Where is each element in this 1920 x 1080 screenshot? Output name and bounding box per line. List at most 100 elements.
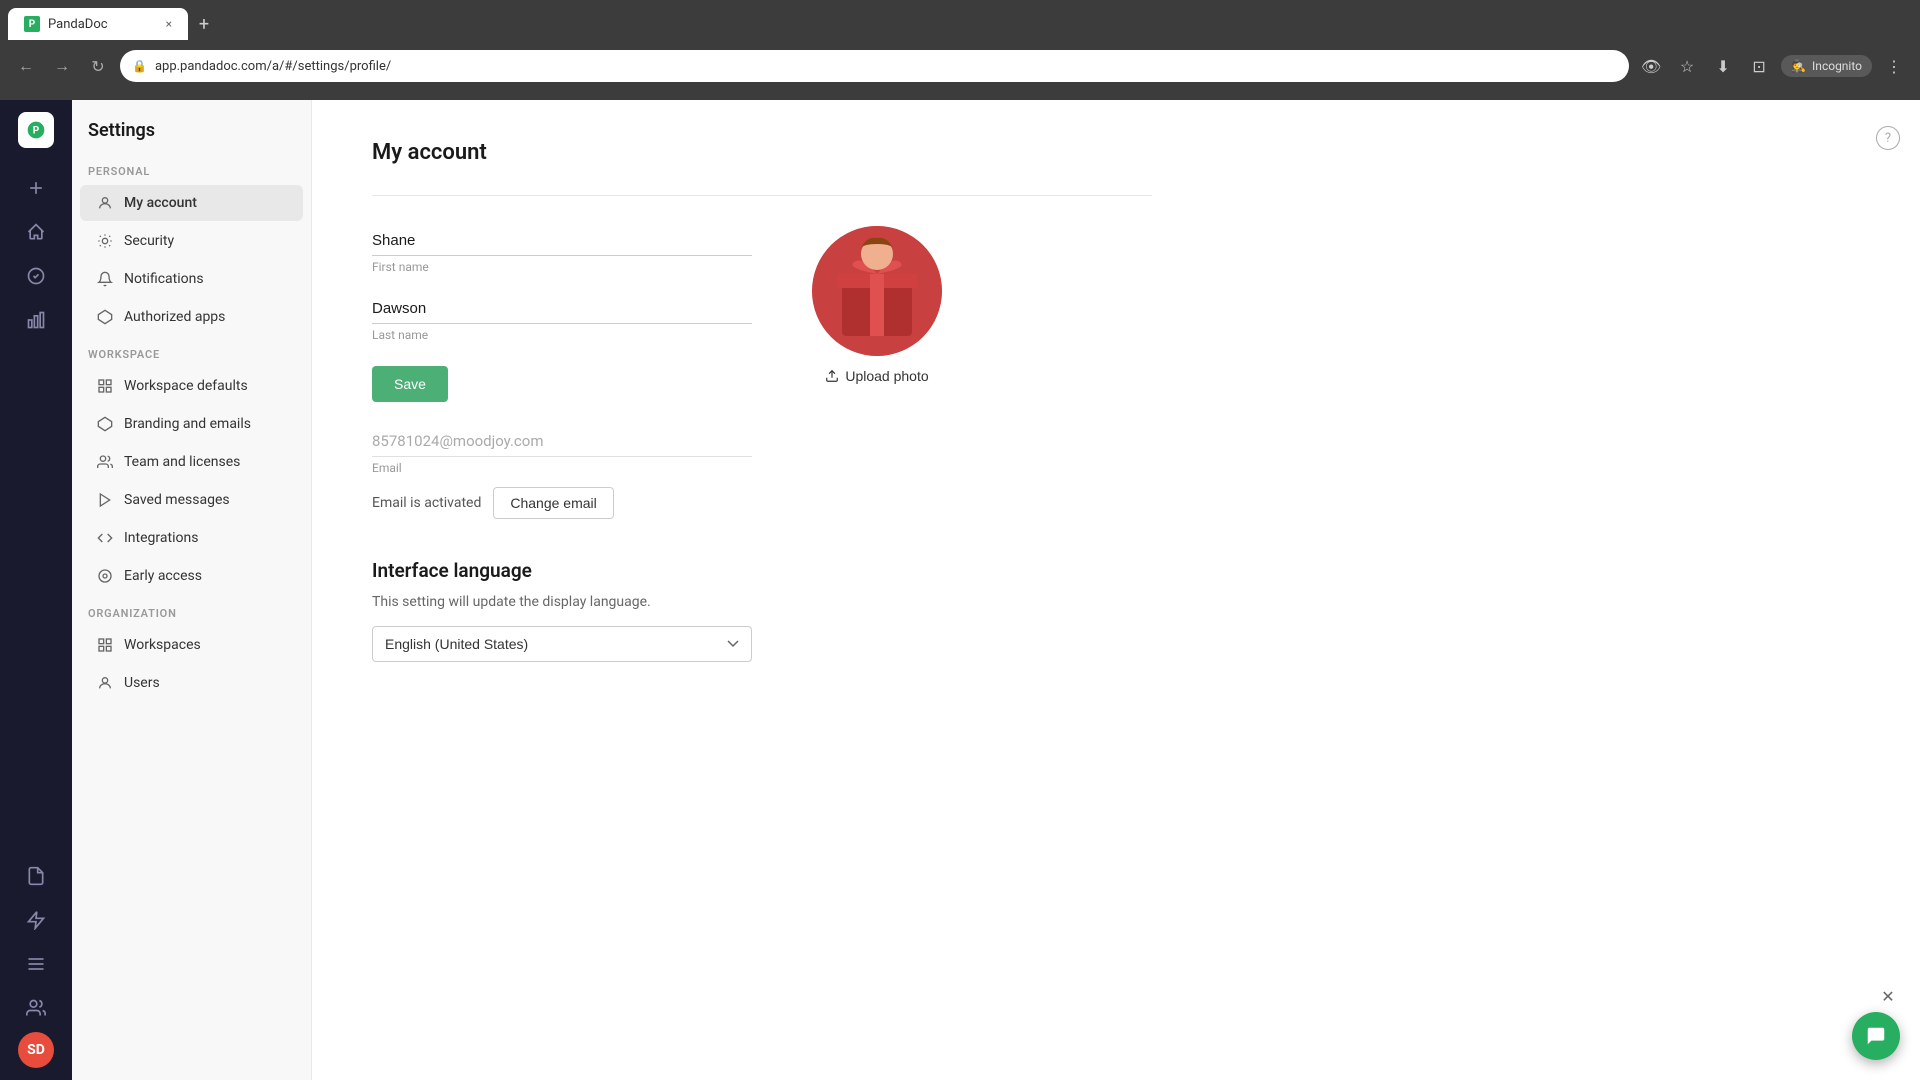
people-icon[interactable] — [16, 988, 56, 1028]
incognito-icon: 🕵 — [1791, 59, 1806, 73]
browser-tabs: P PandaDoc × + — [0, 0, 1920, 40]
email-activated-status: Email is activated — [372, 495, 481, 511]
menu-icon[interactable]: ⋮ — [1880, 52, 1908, 80]
change-email-button[interactable]: Change email — [493, 487, 613, 519]
profile-section: First name Last name Save 85781024@moodj… — [372, 226, 1152, 519]
last-name-label: Last name — [372, 328, 752, 342]
nav-actions: 👁 ☆ ⬇ ⊡ 🕵 Incognito ⋮ — [1637, 52, 1908, 80]
integrations-icon — [96, 529, 114, 547]
integrations-label: Integrations — [124, 530, 198, 546]
list-icon[interactable] — [16, 944, 56, 984]
language-select[interactable]: English (United States) — [372, 626, 752, 662]
add-icon[interactable] — [16, 168, 56, 208]
saved-messages-label: Saved messages — [124, 492, 230, 508]
main-content: My account First name Last name Save 857… — [312, 100, 1920, 1080]
section-divider — [372, 195, 1152, 196]
extension-icon[interactable]: ⊡ — [1745, 52, 1773, 80]
save-button[interactable]: Save — [372, 366, 448, 402]
tab-close-button[interactable]: × — [166, 17, 172, 31]
upload-photo-button[interactable]: Upload photo — [825, 368, 928, 384]
workspaces-label: Workspaces — [124, 637, 201, 653]
sidebar-item-authorized-apps[interactable]: Authorized apps — [80, 299, 303, 335]
url-text: app.pandadoc.com/a/#/settings/profile/ — [155, 59, 1617, 74]
workspace-defaults-icon — [96, 377, 114, 395]
sidebar-item-users[interactable]: Users — [80, 665, 303, 701]
first-name-label: First name — [372, 260, 752, 274]
sidebar-item-saved-messages[interactable]: Saved messages — [80, 482, 303, 518]
content-inner: My account First name Last name Save 857… — [312, 100, 1212, 702]
last-name-field: Last name — [372, 294, 752, 342]
sidebar-item-early-access[interactable]: Early access — [80, 558, 303, 594]
user-avatar[interactable]: SD — [18, 1032, 54, 1068]
branding-emails-label: Branding and emails — [124, 416, 251, 432]
sidebar-item-security[interactable]: Security — [80, 223, 303, 259]
authorized-apps-label: Authorized apps — [124, 309, 225, 325]
browser-chrome: P PandaDoc × + ← → ↻ 🔒 app.pandadoc.com/… — [0, 0, 1920, 100]
avatar-photo — [812, 226, 942, 356]
home-icon[interactable] — [16, 212, 56, 252]
sidebar-item-my-account[interactable]: My account — [80, 185, 303, 221]
early-access-icon — [96, 567, 114, 585]
incognito-label: Incognito — [1812, 59, 1862, 73]
early-access-label: Early access — [124, 568, 202, 584]
help-icon[interactable]: ? — [1876, 126, 1900, 150]
sidebar-item-branding-emails[interactable]: Branding and emails — [80, 406, 303, 442]
address-bar[interactable]: 🔒 app.pandadoc.com/a/#/settings/profile/ — [120, 50, 1629, 82]
workspace-defaults-label: Workspace defaults — [124, 378, 248, 394]
new-tab-button[interactable]: + — [190, 10, 218, 38]
sidebar-item-notifications[interactable]: Notifications — [80, 261, 303, 297]
settings-title: Settings — [88, 120, 155, 141]
first-name-input[interactable] — [372, 226, 752, 256]
chart-icon[interactable] — [16, 300, 56, 340]
security-label: Security — [124, 233, 174, 249]
avatar-area: Upload photo — [812, 226, 942, 384]
sidebar-item-team-licenses[interactable]: Team and licenses — [80, 444, 303, 480]
interface-language-desc: This setting will update the display lan… — [372, 594, 1152, 610]
saved-messages-icon — [96, 491, 114, 509]
last-name-input[interactable] — [372, 294, 752, 324]
sidebar-item-integrations[interactable]: Integrations — [80, 520, 303, 556]
chat-widget-button[interactable] — [1852, 1012, 1900, 1060]
interface-language-title: Interface language — [372, 559, 1152, 582]
sidebar-header: Settings — [72, 100, 311, 153]
upload-photo-label: Upload photo — [845, 368, 928, 384]
refresh-button[interactable]: ↻ — [84, 52, 112, 80]
back-button[interactable]: ← — [12, 52, 40, 80]
workspaces-icon — [96, 636, 114, 654]
chat-close-button[interactable]: ✕ — [1876, 984, 1900, 1008]
lightning-icon[interactable] — [16, 900, 56, 940]
doc-icon[interactable] — [16, 856, 56, 896]
email-label: Email — [372, 461, 752, 475]
personal-section-label: PERSONAL — [72, 153, 311, 184]
svg-text:P: P — [33, 125, 40, 136]
eye-icon: 👁 — [1637, 52, 1665, 80]
workspace-section-label: WORKSPACE — [72, 336, 311, 367]
incognito-badge: 🕵 Incognito — [1781, 55, 1872, 77]
chat-icon — [1865, 1025, 1887, 1047]
settings-sidebar: Settings PERSONAL My account Security — [72, 100, 312, 1080]
download-icon[interactable]: ⬇ — [1709, 52, 1737, 80]
email-section: 85781024@moodjoy.com Email Email is acti… — [372, 426, 752, 519]
bookmark-icon[interactable]: ☆ — [1673, 52, 1701, 80]
notifications-icon — [96, 270, 114, 288]
app-container: P — [0, 100, 1920, 1080]
sidebar-item-workspace-defaults[interactable]: Workspace defaults — [80, 368, 303, 404]
browser-tab-active[interactable]: P PandaDoc × — [8, 8, 188, 40]
team-licenses-icon — [96, 453, 114, 471]
my-account-icon — [96, 194, 114, 212]
users-label: Users — [124, 675, 160, 691]
email-value: 85781024@moodjoy.com — [372, 426, 752, 457]
form-area: First name Last name Save 85781024@moodj… — [372, 226, 752, 519]
my-account-label: My account — [124, 195, 197, 211]
interface-language-section: Interface language This setting will upd… — [372, 559, 1152, 662]
app-logo[interactable]: P — [18, 112, 54, 148]
check-icon[interactable] — [16, 256, 56, 296]
browser-nav: ← → ↻ 🔒 app.pandadoc.com/a/#/settings/pr… — [0, 40, 1920, 92]
sidebar-item-workspaces[interactable]: Workspaces — [80, 627, 303, 663]
favicon: P — [24, 16, 40, 32]
team-licenses-label: Team and licenses — [124, 454, 240, 470]
branding-emails-icon — [96, 415, 114, 433]
tab-title: PandaDoc — [48, 17, 108, 32]
forward-button[interactable]: → — [48, 52, 76, 80]
security-icon — [96, 232, 114, 250]
